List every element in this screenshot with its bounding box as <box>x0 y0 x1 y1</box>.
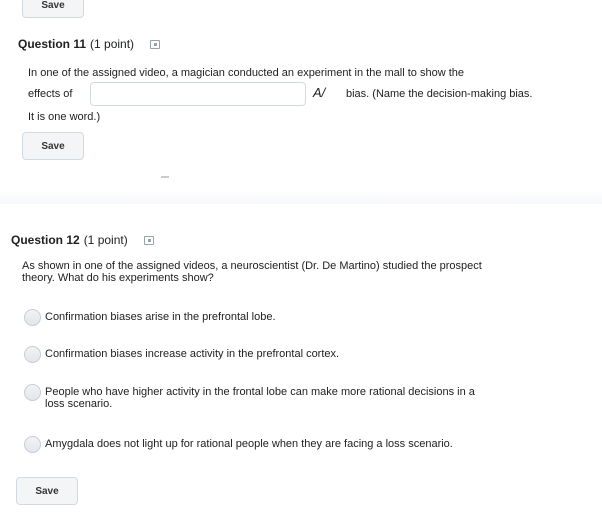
option-3-label-line1: People who have higher activity in the f… <box>45 386 475 398</box>
bookmark-icon[interactable] <box>143 235 154 245</box>
question-11-answer-input[interactable] <box>90 82 306 106</box>
question-12-title: Question 12 (1 point) <box>11 233 154 247</box>
option-1-label: Confirmation biases arise in the prefron… <box>45 311 276 323</box>
bookmark-icon[interactable] <box>150 39 161 49</box>
question-11-text-line3: It is one word.) <box>28 111 101 123</box>
save-button-q12[interactable]: Save <box>16 477 78 505</box>
question-12-number: Question 12 <box>11 233 80 247</box>
radio-button[interactable] <box>24 436 41 453</box>
radio-button[interactable] <box>24 384 41 401</box>
section-divider <box>0 190 602 204</box>
question-11-text-post: bias. (Name the decision-making bias. <box>346 88 533 100</box>
save-button-q10[interactable]: Save <box>22 0 84 18</box>
option-3-label-line2: loss scenario. <box>45 398 113 410</box>
question-11-points: (1 point) <box>90 37 135 51</box>
option-2[interactable]: Confirmation biases increase activity in… <box>24 346 564 363</box>
option-4[interactable]: Amygdala does not light up for rational … <box>24 436 564 453</box>
radio-button[interactable] <box>24 346 41 363</box>
option-3[interactable]: People who have higher activity in the f… <box>24 384 564 410</box>
save-button-q11[interactable]: Save <box>22 132 84 160</box>
question-11-title: Question 11 (1 point) <box>18 37 161 51</box>
question-11-text-line1: In one of the assigned video, a magician… <box>28 67 464 79</box>
option-2-label: Confirmation biases increase activity in… <box>45 348 340 360</box>
radio-button[interactable] <box>24 309 41 326</box>
question-12-prompt-line2: theory. What do his experiments show? <box>22 272 214 284</box>
question-11-text-pre: effects of <box>28 88 73 100</box>
option-1[interactable]: Confirmation biases arise in the prefron… <box>24 309 564 326</box>
question-12-prompt: As shown in one of the assigned videos, … <box>22 260 482 284</box>
question-12-points: (1 point) <box>83 233 128 247</box>
question-11-number: Question 11 <box>18 37 87 51</box>
option-4-label: Amygdala does not light up for rational … <box>45 438 453 450</box>
divider-mark <box>161 176 169 178</box>
question-12-prompt-line1: As shown in one of the assigned videos, … <box>22 260 482 272</box>
spellcheck-icon[interactable]: A/ <box>313 86 325 100</box>
